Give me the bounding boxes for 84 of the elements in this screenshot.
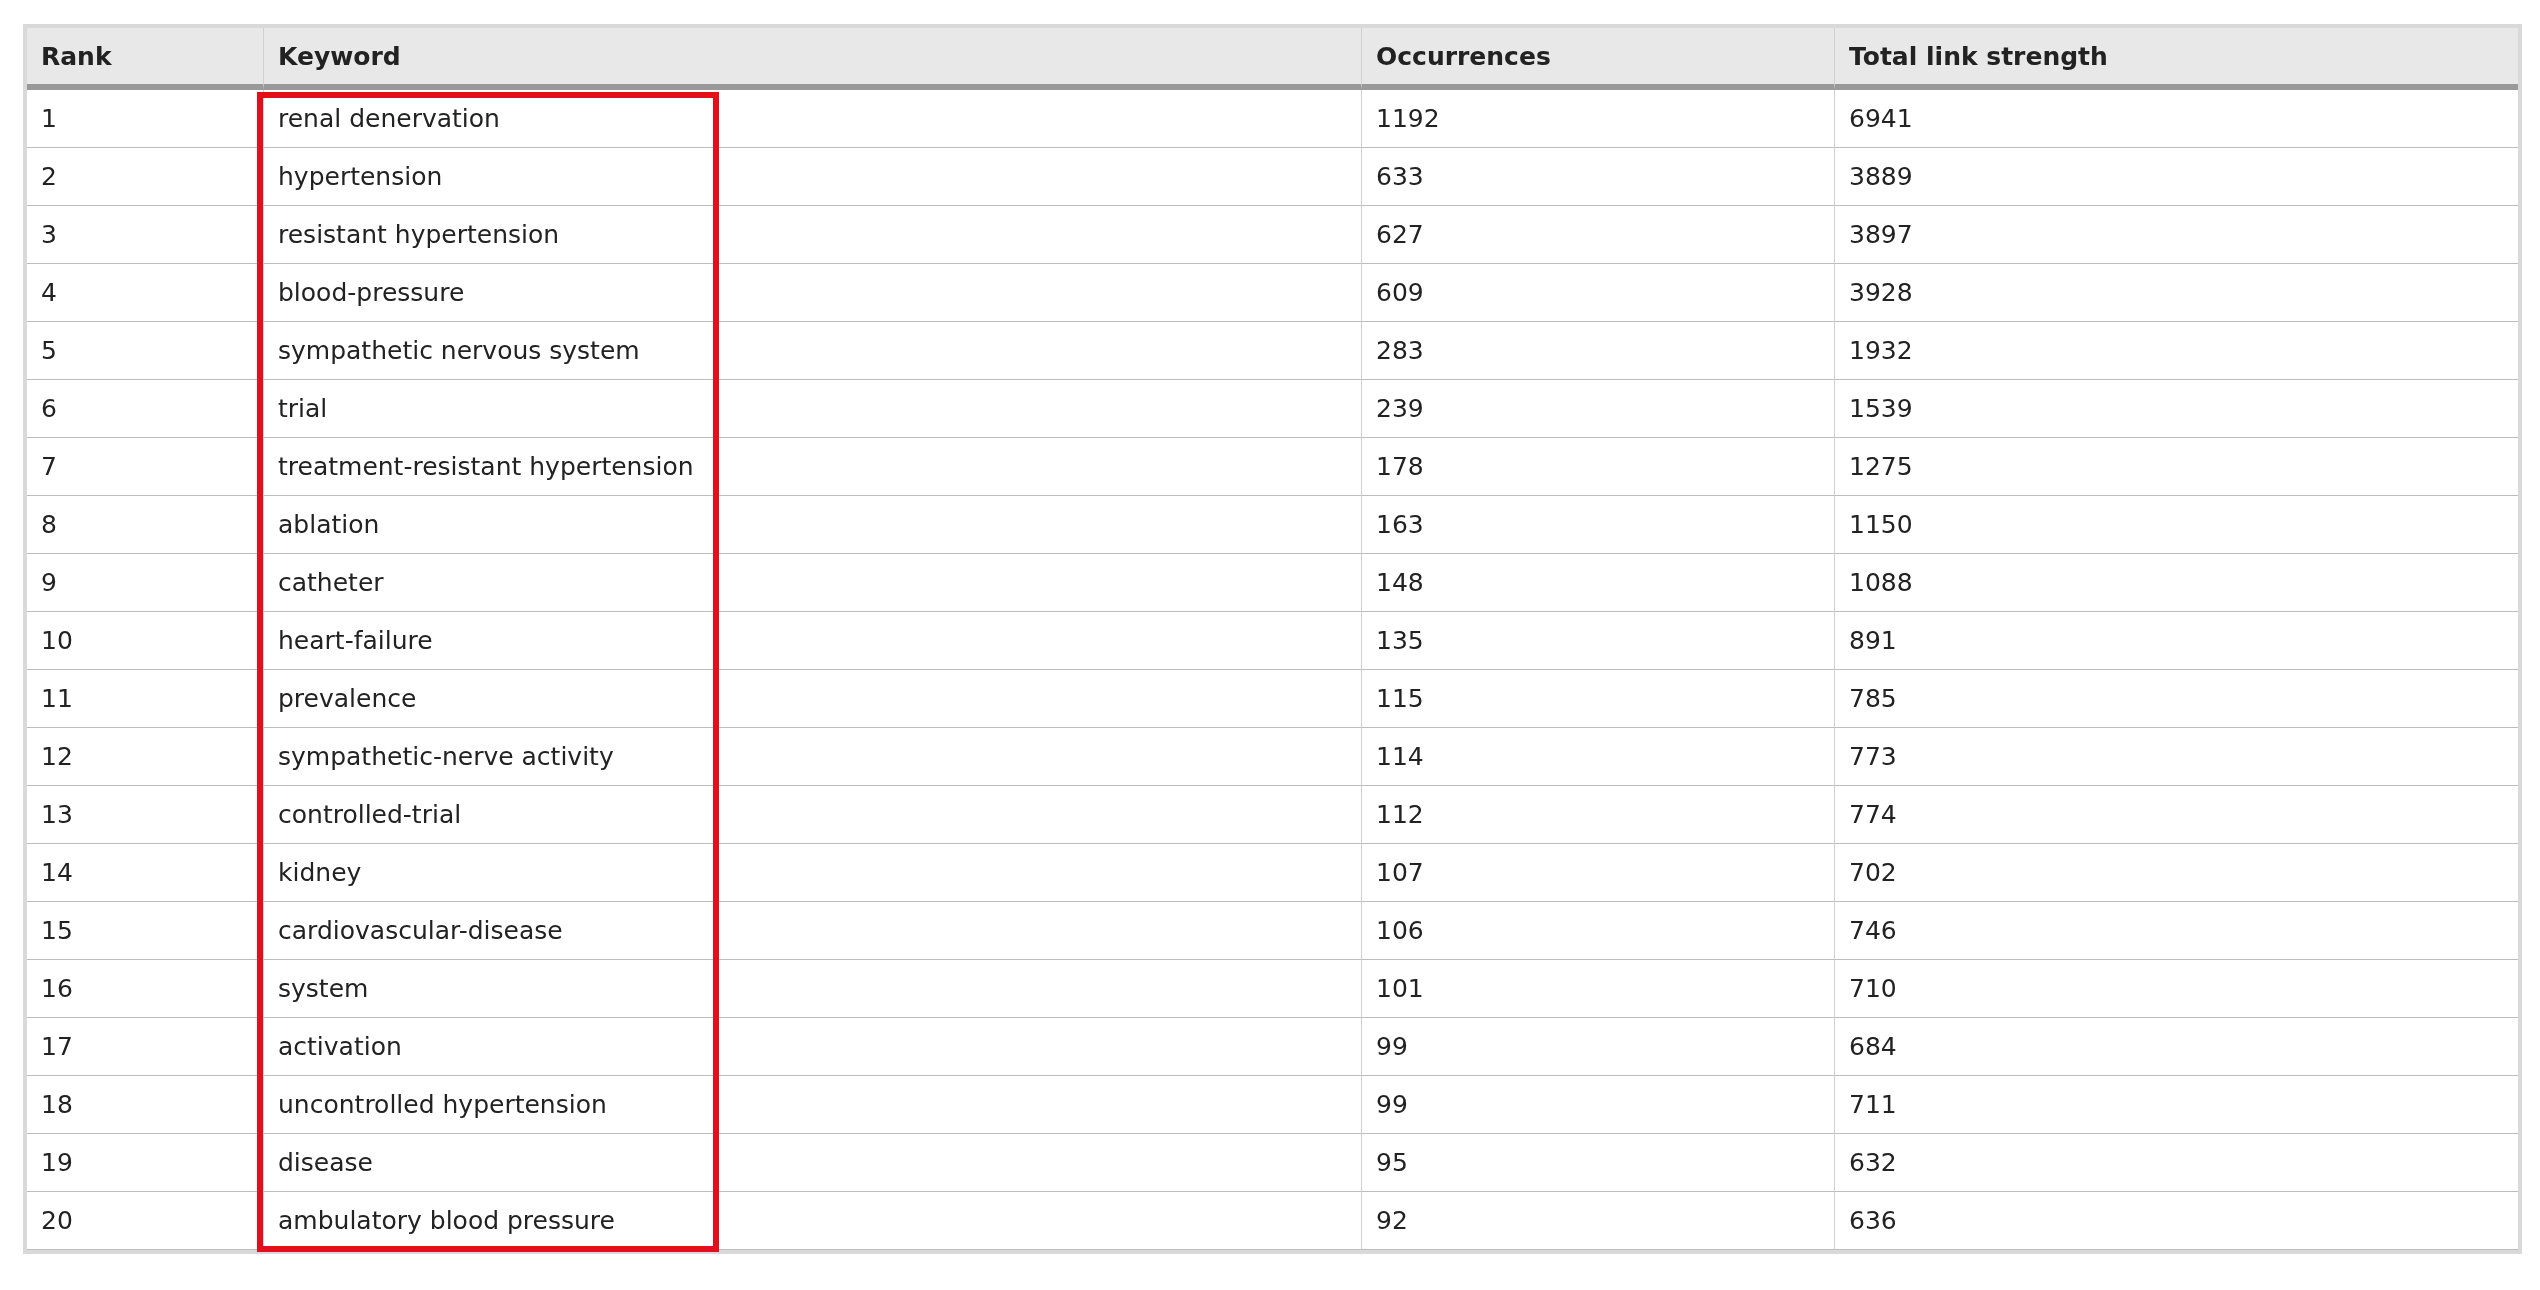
table-cell: hypertension [263,148,1361,206]
table-cell: 1 [27,90,263,148]
table-cell: 148 [1361,554,1834,612]
table-cell: renal denervation [263,90,1361,148]
table-cell: trial [263,380,1361,438]
table-cell: 773 [1834,728,2518,786]
table-cell: 632 [1834,1134,2518,1192]
table-cell: 2 [27,148,263,206]
table-cell: 609 [1361,264,1834,322]
column-header: Occurrences [1361,28,1834,90]
table-cell: cardiovascular-disease [263,902,1361,960]
table-cell: 702 [1834,844,2518,902]
table-cell: 99 [1361,1018,1834,1076]
table-cell: uncontrolled hypertension [263,1076,1361,1134]
table-cell: 1150 [1834,496,2518,554]
table-cell: 1088 [1834,554,2518,612]
table-cell: 114 [1361,728,1834,786]
table-cell: 891 [1834,612,2518,670]
table-cell: 92 [1361,1192,1834,1250]
table-cell: 1539 [1834,380,2518,438]
column-header: Rank [27,28,263,90]
table-cell: 12 [27,728,263,786]
table-cell: 746 [1834,902,2518,960]
table-cell: 13 [27,786,263,844]
table-cell: 112 [1361,786,1834,844]
table-cell: 8 [27,496,263,554]
table-cell: 135 [1361,612,1834,670]
table-cell: ablation [263,496,1361,554]
table-cell: disease [263,1134,1361,1192]
table-cell: 3928 [1834,264,2518,322]
table-cell: 7 [27,438,263,496]
table-cell: 115 [1361,670,1834,728]
table-cell: treatment-resistant hypertension [263,438,1361,496]
table-cell: prevalence [263,670,1361,728]
table-cell: 627 [1361,206,1834,264]
table-cell: 3889 [1834,148,2518,206]
table-cell: 239 [1361,380,1834,438]
table-cell: 283 [1361,322,1834,380]
table-cell: 99 [1361,1076,1834,1134]
table-cell: 1192 [1361,90,1834,148]
table-cell: 636 [1834,1192,2518,1250]
table-cell: 106 [1361,902,1834,960]
table-cell: ambulatory blood pressure [263,1192,1361,1250]
table-cell: 178 [1361,438,1834,496]
table-cell: resistant hypertension [263,206,1361,264]
table-cell: 4 [27,264,263,322]
table-cell: system [263,960,1361,1018]
table-cell: 14 [27,844,263,902]
table-cell: 163 [1361,496,1834,554]
table-cell: 11 [27,670,263,728]
table-cell: 3 [27,206,263,264]
table-cell: 10 [27,612,263,670]
table-cell: controlled-trial [263,786,1361,844]
table-cell: 710 [1834,960,2518,1018]
table-cell: 9 [27,554,263,612]
table-cell: 3897 [1834,206,2518,264]
table-cell: 774 [1834,786,2518,844]
table-cell: 95 [1361,1134,1834,1192]
table-cell: 20 [27,1192,263,1250]
table-cell: blood-pressure [263,264,1361,322]
table-cell: 19 [27,1134,263,1192]
table-cell: sympathetic-nerve activity [263,728,1361,786]
column-header: Total link strength [1834,28,2518,90]
table-cell: 16 [27,960,263,1018]
table-cell: catheter [263,554,1361,612]
table-cell: 633 [1361,148,1834,206]
table-cell: 711 [1834,1076,2518,1134]
column-header: Keyword [263,28,1361,90]
table-cell: 1932 [1834,322,2518,380]
table-cell: heart-failure [263,612,1361,670]
table-cell: 15 [27,902,263,960]
table-cell: 1275 [1834,438,2518,496]
table-cell: 5 [27,322,263,380]
table-cell: 6 [27,380,263,438]
table-cell: 6941 [1834,90,2518,148]
table-cell: 18 [27,1076,263,1134]
table-cell: activation [263,1018,1361,1076]
table-cell: sympathetic nervous system [263,322,1361,380]
table-cell: kidney [263,844,1361,902]
table-cell: 101 [1361,960,1834,1018]
table-cell: 107 [1361,844,1834,902]
table-cell: 684 [1834,1018,2518,1076]
table-cell: 785 [1834,670,2518,728]
table-cell: 17 [27,1018,263,1076]
